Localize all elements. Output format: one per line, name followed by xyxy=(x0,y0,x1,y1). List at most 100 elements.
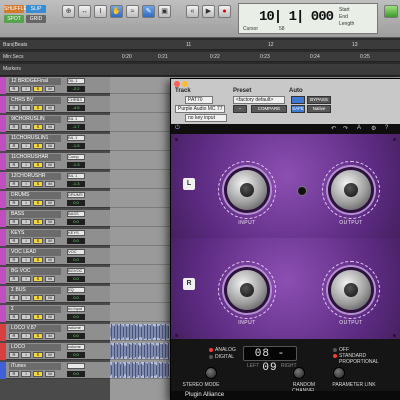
trim-tool-icon[interactable]: ↔ xyxy=(78,5,91,18)
solo-button[interactable]: S xyxy=(33,181,43,187)
record-enable-button[interactable]: R xyxy=(9,219,19,225)
play-icon[interactable]: ▶ xyxy=(202,5,215,18)
zoom-icon[interactable]: ⊕ xyxy=(62,5,75,18)
track-header[interactable]: 12CHORUSHR R I S M BIL 1 -1.3 xyxy=(0,172,110,189)
insert-slot[interactable]: volume xyxy=(67,325,85,331)
mute-button[interactable]: M xyxy=(45,352,55,358)
right-output-knob[interactable] xyxy=(322,261,380,319)
safe-button[interactable]: SAFE xyxy=(291,105,305,113)
track-header[interactable]: 11CHORUSHAR R I S M Comp -1.3 xyxy=(0,153,110,170)
insert-slot[interactable]: BASS xyxy=(67,211,85,217)
mute-button[interactable]: M xyxy=(45,276,55,282)
stereo-mode-button[interactable] xyxy=(205,367,217,379)
track-header[interactable]: BASS R I S M BASS 0.0 xyxy=(0,210,110,227)
left-output-knob[interactable] xyxy=(322,161,380,219)
audio-clip[interactable] xyxy=(110,324,170,340)
insert-slot[interactable]: BGVOC xyxy=(67,268,85,274)
input-monitor-button[interactable]: I xyxy=(21,257,31,263)
mute-button[interactable]: M xyxy=(45,371,55,377)
record-enable-button[interactable]: R xyxy=(9,86,19,92)
record-enable-button[interactable]: R xyxy=(9,257,19,263)
track-name[interactable]: iTunes xyxy=(9,363,61,370)
record-enable-button[interactable]: R xyxy=(9,333,19,339)
input-monitor-button[interactable]: I xyxy=(21,276,31,282)
main-counter[interactable]: 10| 1| 000 Cursor 58 Start End Length xyxy=(238,3,378,34)
mute-button[interactable]: M xyxy=(45,295,55,301)
insert-slot[interactable]: VOC xyxy=(67,249,85,255)
mute-button[interactable]: M xyxy=(45,162,55,168)
track-name[interactable]: LOCO V.87 xyxy=(9,325,61,332)
mute-button[interactable]: M xyxy=(45,143,55,149)
insert-slot[interactable]: BIL 1 xyxy=(67,116,85,122)
track-name[interactable]: 11CHORUSHAR xyxy=(9,154,61,161)
track-header[interactable]: CHRS BV R I S M CHRBS -4.5 xyxy=(0,96,110,113)
track-name[interactable]: Σ xyxy=(9,306,61,313)
record-enable-button[interactable]: R xyxy=(9,124,19,130)
input-monitor-button[interactable]: I xyxy=(21,314,31,320)
compare-button[interactable]: COMPARE xyxy=(251,105,287,113)
mute-button[interactable]: M xyxy=(45,314,55,320)
spot-mode-button[interactable]: SPOT xyxy=(4,15,24,23)
record-enable-button[interactable]: R xyxy=(9,143,19,149)
min-secs-ruler[interactable]: Min:Secs 0:20 0:21 0:22 0:23 0:24 0:25 xyxy=(0,52,400,62)
insert-slot[interactable]: CHRBS xyxy=(67,97,85,103)
bypass-button[interactable]: BYPASS xyxy=(307,96,331,104)
native-button[interactable]: Native xyxy=(307,105,331,113)
insert-slot[interactable]: EQ xyxy=(67,287,85,293)
track-name[interactable]: KEYS xyxy=(9,230,61,237)
solo-button[interactable]: S xyxy=(33,105,43,111)
mute-button[interactable]: M xyxy=(45,124,55,130)
undo-icon[interactable]: ↶ xyxy=(331,125,336,132)
markers-ruler[interactable]: Markers xyxy=(0,64,400,76)
track-name[interactable]: DRUMS xyxy=(9,192,61,199)
track-name[interactable]: 11CHORUSLIN1 xyxy=(9,135,61,142)
solo-button[interactable]: S xyxy=(33,143,43,149)
input-monitor-button[interactable]: I xyxy=(21,162,31,168)
record-enable-button[interactable]: R xyxy=(9,314,19,320)
track-header[interactable]: LOCO R I S Mvolume 0.0 xyxy=(0,343,110,360)
record-enable-button[interactable]: R xyxy=(9,352,19,358)
solo-button[interactable]: S xyxy=(33,200,43,206)
input-monitor-button[interactable]: I xyxy=(21,352,31,358)
track-header[interactable]: KEYS R I S M KEYS 0.0 xyxy=(0,229,110,246)
selector-tool-icon[interactable]: I xyxy=(94,5,107,18)
track-header[interactable]: 12 BRIDGEFinal R I S M OIL 1 -2.2 xyxy=(0,77,110,94)
scrubber-tool-icon[interactable]: ≈ xyxy=(126,5,139,18)
parameter-link-button[interactable] xyxy=(333,367,345,379)
track-header[interactable]: Σ BUS R I S M EQ 0.0 xyxy=(0,286,110,303)
automation-button[interactable] xyxy=(291,96,305,104)
insert-slot[interactable] xyxy=(67,363,85,369)
track-name[interactable]: 12CHORUSHR xyxy=(9,173,61,180)
input-monitor-button[interactable]: I xyxy=(21,181,31,187)
insert-slot[interactable]: BIL 1 xyxy=(67,135,85,141)
insert-slot[interactable]: OIL 1 xyxy=(67,78,85,84)
solo-button[interactable]: S xyxy=(33,333,43,339)
mute-button[interactable]: M xyxy=(45,105,55,111)
solo-button[interactable]: S xyxy=(33,276,43,282)
mute-button[interactable]: M xyxy=(45,238,55,244)
record-enable-button[interactable]: R xyxy=(9,295,19,301)
audio-clip[interactable] xyxy=(110,362,170,378)
insert-slot[interactable]: volume xyxy=(67,344,85,350)
ab-icon[interactable]: A xyxy=(357,125,361,131)
sidechain-selector[interactable]: no key input xyxy=(185,114,227,122)
insert-slot[interactable]: KEYS xyxy=(67,230,85,236)
record-enable-button[interactable]: R xyxy=(9,162,19,168)
track-name[interactable]: 12 BRIDGEFinal xyxy=(9,78,61,85)
record-icon[interactable]: ● xyxy=(218,5,231,18)
solo-button[interactable]: S xyxy=(33,124,43,130)
track-name[interactable]: VOC LEAD xyxy=(9,249,61,256)
insert-selector[interactable]: Purple Audio MC 77 xyxy=(175,105,225,113)
record-enable-button[interactable]: R xyxy=(9,276,19,282)
insert-slot[interactable]: Comp xyxy=(67,154,85,160)
mute-button[interactable]: M xyxy=(45,333,55,339)
slip-mode-button[interactable]: SLIP xyxy=(26,5,46,13)
solo-button[interactable]: S xyxy=(33,371,43,377)
track-header[interactable]: 9ICHORUSLIN R I S M BIL 1 -1.7 xyxy=(0,115,110,132)
track-header[interactable]: Σ R I S Mno input 0.0 xyxy=(0,305,110,322)
right-input-knob[interactable] xyxy=(218,261,276,319)
track-name[interactable]: Σ BUS xyxy=(9,287,61,294)
track-name[interactable]: CHRS BV xyxy=(9,97,61,104)
grid-mode-button[interactable]: GRID xyxy=(26,15,46,23)
input-monitor-button[interactable]: I xyxy=(21,124,31,130)
